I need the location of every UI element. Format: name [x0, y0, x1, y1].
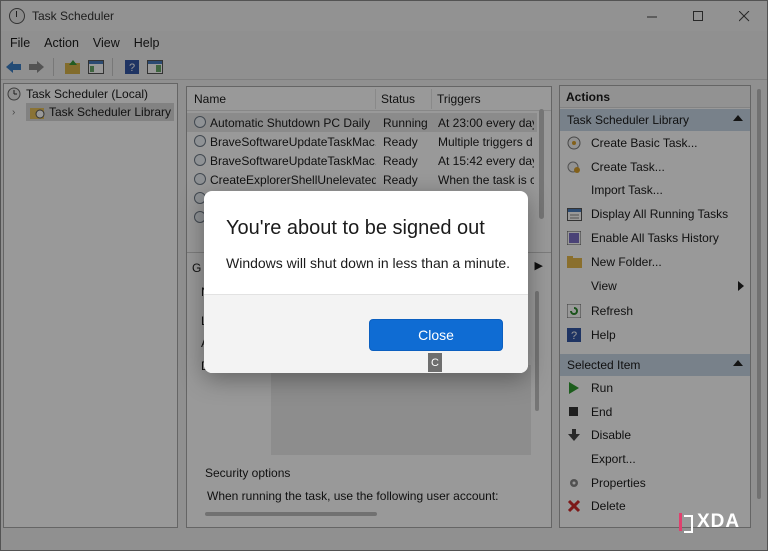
sign-out-dialog: You're about to be signed out Windows wi…: [204, 191, 528, 373]
watermark-text: XDA: [697, 511, 741, 532]
close-button[interactable]: Close: [369, 319, 503, 351]
dialog-message: Windows will shut down in less than a mi…: [226, 255, 511, 271]
access-key-badge: C: [428, 353, 442, 372]
xda-logo-icon: [679, 513, 693, 533]
xda-watermark: XDA: [679, 511, 740, 533]
dialog-footer: Close: [204, 294, 528, 373]
dialog-title: You're about to be signed out: [226, 217, 485, 239]
